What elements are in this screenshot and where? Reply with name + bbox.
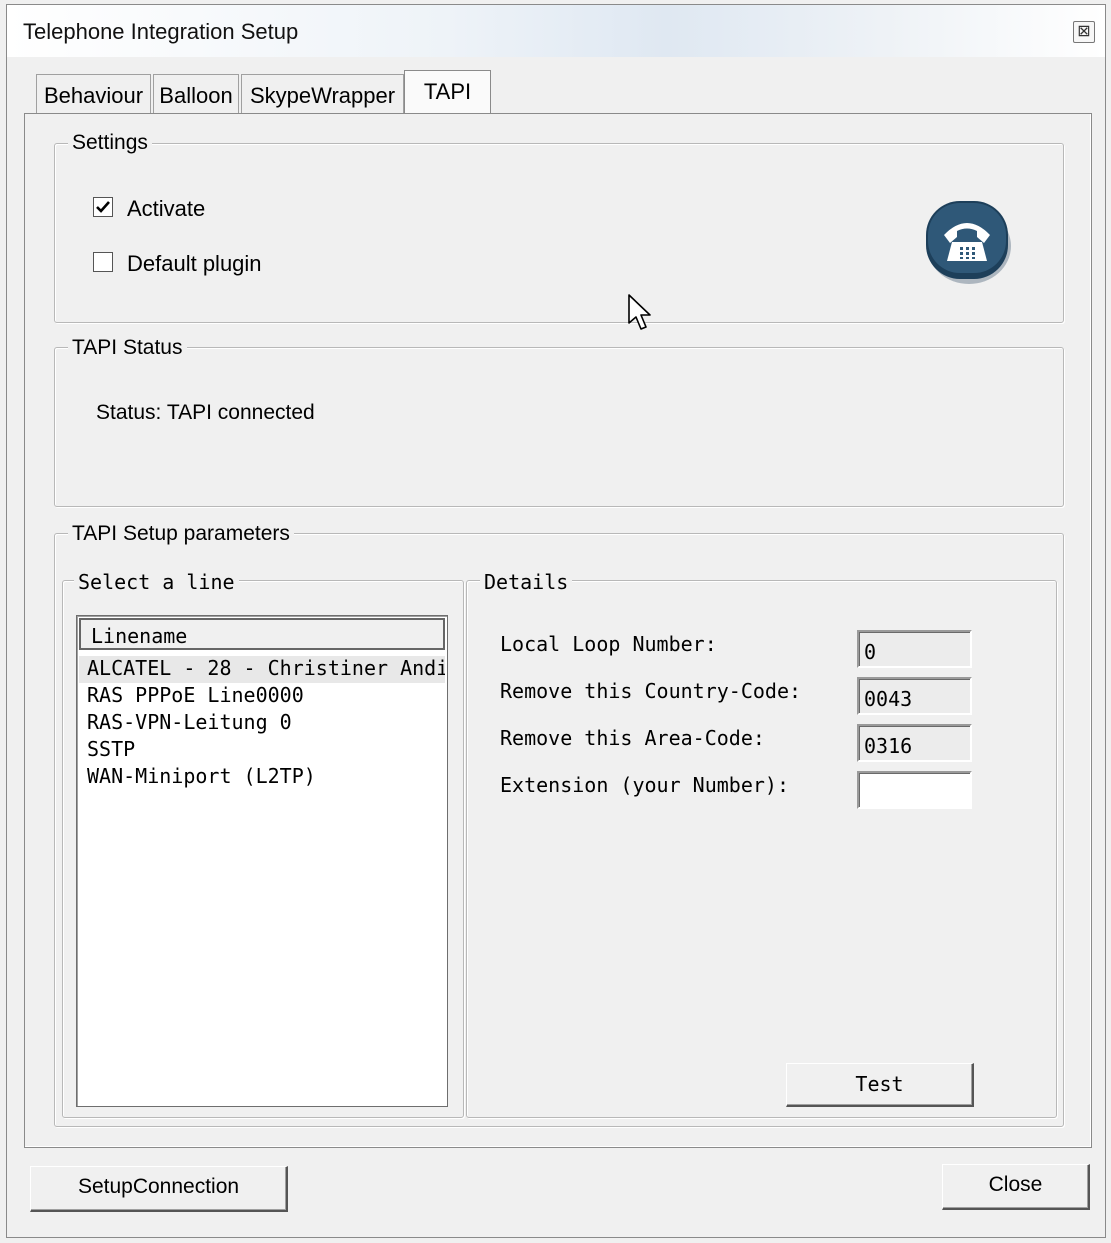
checkmark-icon xyxy=(96,201,110,213)
list-item[interactable]: ALCATEL - 28 - Christiner Andi xyxy=(79,656,445,683)
default-plugin-checkbox[interactable] xyxy=(93,252,113,272)
close-button[interactable]: Close xyxy=(942,1164,1090,1210)
settings-group xyxy=(54,143,1064,323)
tapi-status-text: Status: TAPI connected xyxy=(96,401,315,424)
linename-column-header[interactable]: Linename xyxy=(79,618,445,650)
tab-tapi[interactable]: TAPI xyxy=(404,70,491,116)
default-plugin-label: Default plugin xyxy=(127,251,262,276)
tapi-status-group xyxy=(54,347,1064,507)
details-legend: Details xyxy=(480,570,573,594)
tab-behaviour[interactable]: Behaviour xyxy=(36,74,151,114)
activate-label: Activate xyxy=(127,196,206,221)
list-item[interactable]: RAS-VPN-Leitung 0 xyxy=(79,710,445,737)
line-listbox[interactable]: Linename ALCATEL - 28 - Christiner Andi … xyxy=(76,615,448,1107)
close-icon[interactable]: ⊠ xyxy=(1073,21,1095,43)
local-loop-label: Local Loop Number: xyxy=(500,632,717,656)
extension-field[interactable] xyxy=(857,771,972,809)
skype-phone-icon xyxy=(926,201,1011,284)
list-item[interactable]: SSTP xyxy=(79,737,445,764)
test-button[interactable]: Test xyxy=(786,1063,974,1107)
setup-connection-button[interactable]: SetupConnection xyxy=(30,1166,288,1212)
list-item[interactable]: RAS PPPoE Line0000 xyxy=(79,683,445,710)
area-code-label: Remove this Area-Code: xyxy=(500,726,765,750)
mouse-cursor-icon xyxy=(628,294,651,330)
settings-legend: Settings xyxy=(68,131,152,155)
country-code-field[interactable]: 0043 xyxy=(857,677,972,715)
title-bar: Telephone Integration Setup ⊠ xyxy=(7,5,1105,57)
activate-checkbox[interactable] xyxy=(93,197,113,217)
country-code-label: Remove this Country-Code: xyxy=(500,679,802,703)
tab-balloon[interactable]: Balloon xyxy=(153,74,239,114)
area-code-field[interactable]: 0316 xyxy=(857,724,972,762)
local-loop-field[interactable]: 0 xyxy=(857,630,972,668)
window-title: Telephone Integration Setup xyxy=(23,19,299,44)
select-line-legend: Select a line xyxy=(74,570,239,594)
extension-label: Extension (your Number): xyxy=(500,773,789,797)
tab-skypewrapper[interactable]: SkypeWrapper xyxy=(241,74,404,114)
tapi-setup-legend: TAPI Setup parameters xyxy=(68,522,294,546)
tapi-status-legend: TAPI Status xyxy=(68,336,187,360)
list-item[interactable]: WAN-Miniport (L2TP) xyxy=(79,764,445,791)
